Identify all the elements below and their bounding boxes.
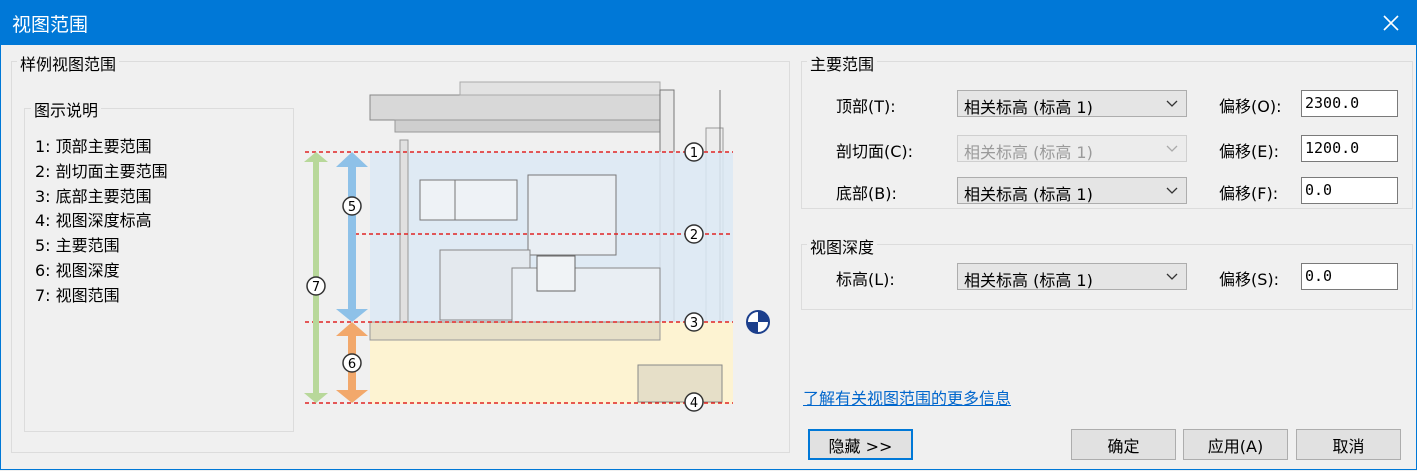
marker-2: 2	[690, 228, 698, 243]
top-offset-label: 偏移(O):	[1219, 97, 1282, 116]
chevron-down-icon	[1166, 100, 1178, 107]
marker-6: 6	[348, 357, 356, 372]
depth-offset-input[interactable]: 0.0	[1301, 263, 1398, 290]
top-level-value: 相关标高 (标高 1)	[964, 98, 1093, 117]
cut-plane-level-select: 相关标高 (标高 1)	[957, 135, 1187, 162]
chevron-down-icon	[1166, 273, 1178, 280]
cut-plane-level-value: 相关标高 (标高 1)	[964, 143, 1093, 162]
depth-level-value: 相关标高 (标高 1)	[964, 271, 1093, 290]
cut-plane-offset-input[interactable]: 1200.0	[1301, 135, 1398, 162]
marker-3: 3	[690, 316, 698, 331]
bottom-level-value: 相关标高 (标高 1)	[964, 185, 1093, 204]
cut-plane-label: 剖切面(C):	[836, 142, 914, 161]
chevron-down-icon	[1166, 187, 1178, 194]
bottom-level-select[interactable]: 相关标高 (标高 1)	[957, 177, 1187, 204]
cut-plane-offset-label: 偏移(E):	[1219, 142, 1279, 161]
cancel-button[interactable]: 取消	[1296, 429, 1401, 460]
apply-button[interactable]: 应用(A)	[1183, 429, 1288, 460]
depth-level-select[interactable]: 相关标高 (标高 1)	[957, 263, 1187, 290]
hide-button[interactable]: 隐藏 >>	[808, 429, 913, 460]
marker-4: 4	[690, 396, 698, 411]
top-label: 顶部(T):	[836, 97, 896, 116]
more-info-link[interactable]: 了解有关视图范围的更多信息	[803, 385, 1011, 409]
bottom-offset-label: 偏移(F):	[1219, 184, 1279, 203]
chevron-down-icon	[1166, 145, 1178, 152]
primary-range-title: 主要范围	[807, 51, 878, 75]
depth-offset-label: 偏移(S):	[1219, 270, 1280, 289]
top-level-select[interactable]: 相关标高 (标高 1)	[957, 90, 1187, 117]
view-depth-title: 视图深度	[807, 234, 878, 258]
marker-5: 5	[348, 200, 356, 215]
bottom-offset-input[interactable]: 0.0	[1301, 177, 1398, 204]
depth-level-label: 标高(L):	[836, 270, 895, 289]
top-offset-input[interactable]: 2300.0	[1301, 90, 1398, 117]
marker-7: 7	[312, 280, 320, 295]
bottom-label: 底部(B):	[836, 184, 897, 203]
marker-1: 1	[690, 146, 698, 161]
level-marker-icon	[746, 310, 770, 334]
ok-button[interactable]: 确定	[1071, 429, 1176, 460]
